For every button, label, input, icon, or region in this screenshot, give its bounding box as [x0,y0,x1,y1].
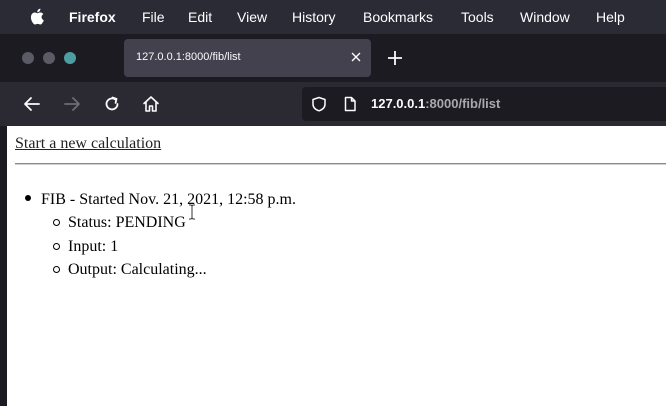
task-output-text: Output: Calculating... [68,261,207,278]
url-bar[interactable]: 127.0.0.1:8000/fib/list [302,87,666,121]
task-details-list: Status: PENDING Input: 1 Output: Calcula… [53,211,296,282]
window-close-button[interactable] [22,52,34,64]
circle-bullet [53,266,60,273]
window-minimize-button[interactable] [43,52,55,64]
task-title: FIB - Started Nov. 21, 2021, 12:58 p.m. [41,191,296,208]
tab-title: 127.0.0.1:8000/fib/list [136,51,241,63]
page-icon[interactable] [342,96,358,112]
apple-icon[interactable] [30,8,44,25]
new-tab-icon[interactable] [386,49,404,67]
menu-tools[interactable]: Tools [461,9,494,25]
macos-menu-bar: Firefox File Edit View History Bookmarks… [0,0,666,34]
reload-icon[interactable] [102,94,122,114]
list-item: FIB - Started Nov. 21, 2021, 12:58 p.m. … [25,188,296,282]
start-new-calculation-link[interactable]: Start a new calculation [15,135,161,153]
tab-strip: 127.0.0.1:8000/fib/list [0,34,666,82]
circle-bullet [53,242,60,250]
menu-view[interactable]: View [237,9,267,25]
task-output: Output: Calculating... [53,258,296,282]
tab-active[interactable]: 127.0.0.1:8000/fib/list [124,39,371,77]
menu-help[interactable]: Help [596,9,625,25]
url-path: :8000/fib/list [425,96,501,111]
disc-bullet [25,195,31,201]
back-arrow-icon[interactable] [22,94,42,114]
window-zoom-button[interactable] [64,52,76,64]
navigation-toolbar: 127.0.0.1:8000/fib/list [0,82,666,126]
url-text: 127.0.0.1:8000/fib/list [371,96,500,111]
url-host: 127.0.0.1 [371,96,426,111]
menu-edit[interactable]: Edit [188,9,212,25]
forward-arrow-icon[interactable] [62,94,82,114]
page-content: Start a new calculation FIB - Started No… [7,126,666,406]
task-input-text: Input: 1 [68,237,119,255]
menu-firefox[interactable]: Firefox [69,9,116,25]
menu-file[interactable]: File [142,9,165,25]
horizontal-rule [15,163,666,165]
task-status: Status: PENDING [53,211,296,235]
circle-bullet [53,219,60,226]
menu-history[interactable]: History [292,9,336,25]
task-status-text: Status: PENDING [68,214,186,231]
shield-icon[interactable] [311,96,327,112]
menu-bookmarks[interactable]: Bookmarks [363,9,433,25]
task-list: FIB - Started Nov. 21, 2021, 12:58 p.m. … [25,188,296,282]
menu-window[interactable]: Window [520,9,570,25]
home-icon[interactable] [141,94,161,114]
text-cursor-icon [189,204,195,220]
close-icon[interactable] [349,50,363,64]
task-input: Input: 1 [53,235,296,259]
